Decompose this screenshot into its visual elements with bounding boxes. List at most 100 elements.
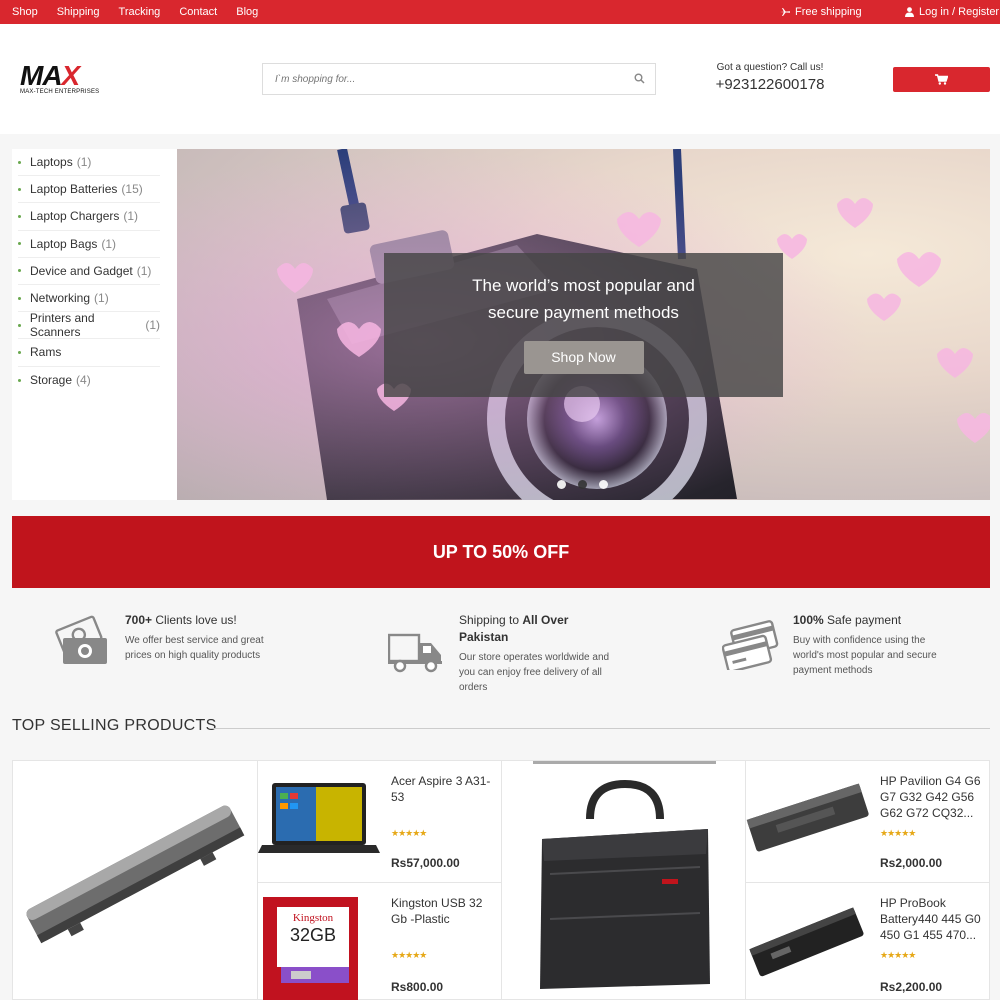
product-price: Rs2,200.00	[880, 980, 943, 994]
nav-link-shop[interactable]: Shop	[12, 6, 38, 18]
credit-card-icon	[722, 620, 779, 670]
product-card[interactable]: HP ProBook Battery440 445 G0 450 G1 455 47…	[746, 883, 990, 1000]
slider-dots	[557, 480, 620, 489]
category-item-laptop-batteries[interactable]: Laptop Batteries (15)	[18, 176, 160, 204]
category-sidebar: Laptops (1) Laptop Batteries (15) Laptop C…	[12, 149, 177, 500]
product-image-battery-small	[746, 783, 869, 852]
category-count: (1)	[145, 318, 160, 333]
card-top-border	[533, 761, 716, 764]
category-item-rams[interactable]: Rams	[18, 339, 160, 367]
product-name[interactable]: HP ProBook Battery440 445 G0 450 G1 455 47…	[880, 895, 981, 943]
top-bar: Shop Shipping Tracking Contact Blog Free…	[0, 0, 1000, 24]
search-input[interactable]	[263, 64, 603, 94]
hero-slider[interactable]: The world’s most popular and secure paym…	[177, 149, 990, 500]
call-us-label: Got a question? Call us!	[716, 62, 824, 73]
product-rating: ★★★★★	[391, 950, 427, 960]
product-name[interactable]: Kingston USB 32 Gb -Plastic	[391, 895, 482, 927]
feature-safe-payment: 100% Safe payment Buy with confidence us…	[793, 612, 953, 678]
product-card-featured-bag[interactable]	[502, 761, 746, 1000]
product-image-battery-small	[749, 907, 864, 977]
category-item-laptops[interactable]: Laptops (1)	[18, 149, 160, 177]
product-card[interactable]: Kingston 32GB Kingston USB 32 Gb -Plastic…	[258, 883, 502, 1000]
category-item-storage[interactable]: Storage (4)	[18, 367, 160, 394]
product-name[interactable]: HP Pavilion G4 G6 G7 G32 G42 G56 G62 G72 C…	[880, 773, 981, 821]
category-count: (1)	[76, 155, 92, 170]
cart-button[interactable]	[893, 67, 990, 92]
slider-dot-3[interactable]	[599, 480, 608, 489]
category-count: (1)	[94, 291, 109, 306]
category-count: (1)	[123, 209, 139, 224]
top-nav: Shop Shipping Tracking Contact Blog	[0, 0, 265, 24]
bullet	[18, 296, 21, 300]
caption-line-1: The world’s most popular and	[472, 276, 695, 295]
product-image-laptop	[258, 783, 380, 853]
site-logo[interactable]: MAX MAX-TECH ENTERPRISES	[20, 62, 110, 97]
category-label: Device and Gadget	[30, 263, 133, 278]
user-icon	[905, 7, 914, 17]
category-count: (1)	[101, 236, 117, 251]
product-price: Rs57,000.00	[391, 856, 460, 870]
login-register-label: Log in / Register	[919, 6, 1000, 18]
nav-link-shipping[interactable]: Shipping	[57, 6, 100, 18]
category-count: (4)	[76, 373, 91, 388]
feature-title: Shipping to All Over Pakistan	[459, 613, 569, 644]
feature-shipping: Shipping to All Over Pakistan Our store o…	[459, 612, 619, 695]
svg-text:32GB: 32GB	[290, 925, 336, 945]
category-label: Storage	[30, 373, 73, 388]
product-card[interactable]: Acer Aspire 3 A31- 53 ★★★★★ Rs57,000.00	[258, 761, 502, 883]
bullet	[18, 187, 21, 191]
product-card-featured-battery[interactable]	[13, 761, 258, 1000]
bullet	[18, 323, 21, 327]
category-label: Networking	[30, 291, 91, 306]
category-label: Laptops	[30, 155, 73, 170]
category-label: Laptop Bags	[30, 236, 98, 251]
product-price: Rs800.00	[391, 980, 444, 994]
products-grid: Acer Aspire 3 A31- 53 ★★★★★ Rs57,000.00 K…	[12, 760, 990, 1000]
login-register-link[interactable]: Log in / Register	[905, 0, 999, 24]
free-shipping-label: Free shipping	[795, 6, 862, 18]
feature-description: We offer best service and great prices o…	[125, 635, 264, 661]
slider-dot-1[interactable]	[557, 480, 566, 489]
feature-description: Our store operates worldwide and you can…	[459, 652, 610, 693]
slider-dot-2[interactable]	[578, 480, 587, 489]
product-image-battery	[26, 805, 245, 944]
category-item-device-and-gadget[interactable]: Device and Gadget (1)	[18, 258, 160, 285]
category-count: (15)	[121, 182, 143, 197]
promo-banner[interactable]: UP TO 50% OFF	[12, 516, 990, 588]
caption-line-2: secure payment methods	[488, 303, 679, 322]
money-icon	[55, 615, 107, 664]
product-rating: ★★★★★	[880, 828, 916, 838]
feature-title: 100% Safe payment	[793, 613, 902, 627]
product-card[interactable]: HP Pavilion G4 G6 G7 G32 G42 G56 G62 G72 C…	[746, 761, 990, 883]
product-image-usb: Kingston 32GB	[263, 897, 358, 1000]
category-item-networking[interactable]: Networking (1)	[18, 285, 160, 313]
bullet	[18, 214, 21, 218]
product-name[interactable]: Acer Aspire 3 A31- 53	[391, 773, 490, 805]
free-shipping-link[interactable]: Free shipping	[780, 0, 862, 24]
search-box	[262, 63, 656, 95]
svg-text:Kingston: Kingston	[293, 912, 334, 924]
call-us: Got a question? Call us! +923122600178	[700, 62, 840, 93]
nav-link-contact[interactable]: Contact	[179, 6, 217, 18]
category-item-laptop-chargers[interactable]: Laptop Chargers (1)	[18, 203, 160, 231]
product-rating: ★★★★★	[880, 950, 916, 960]
phone-number: +923122600178	[715, 76, 825, 93]
product-image-bag	[540, 779, 710, 989]
search-icon[interactable]	[634, 73, 645, 84]
product-rating: ★★★★★	[391, 828, 427, 838]
category-item-laptop-bags[interactable]: Laptop Bags (1)	[18, 231, 160, 258]
category-label: Laptop Chargers	[30, 209, 120, 224]
feature-title: 700+ Clients love us!	[125, 613, 237, 627]
category-count: (1)	[136, 263, 152, 278]
slide-caption: The world’s most popular and secure paym…	[384, 253, 783, 397]
shop-now-button[interactable]: Shop Now	[523, 341, 644, 374]
bullet	[18, 160, 21, 164]
truck-icon	[388, 633, 442, 673]
nav-link-tracking[interactable]: Tracking	[119, 6, 161, 18]
section-divider	[212, 728, 990, 729]
nav-link-blog[interactable]: Blog	[236, 6, 258, 18]
plane-icon	[780, 8, 790, 16]
category-item-printers-and-scanners[interactable]: Printers and Scanners (1)	[18, 311, 160, 340]
bullet	[18, 242, 21, 246]
bullet	[18, 269, 21, 273]
